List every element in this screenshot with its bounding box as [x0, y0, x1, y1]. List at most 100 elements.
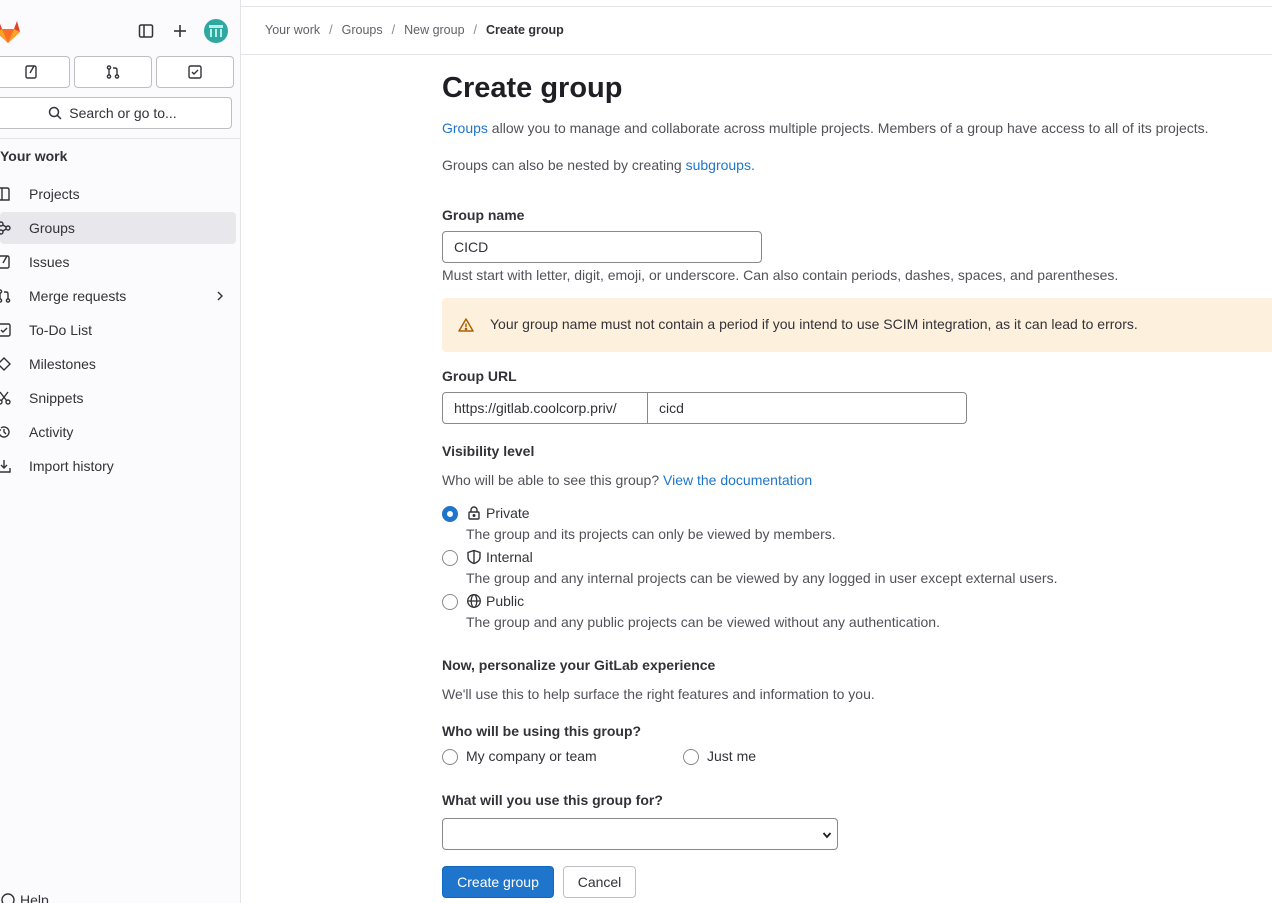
visibility-public-radio[interactable]	[442, 594, 458, 610]
alert-text: Your group name must not contain a perio…	[490, 316, 1138, 332]
breadcrumb-new-group[interactable]: New group	[404, 23, 464, 37]
who-using-label: Who will be using this group?	[442, 723, 642, 739]
todo-icon	[0, 323, 11, 337]
chevron-right-icon	[217, 291, 223, 301]
chevron-down-icon	[822, 832, 832, 839]
who-company-radio[interactable]	[442, 749, 458, 765]
sidebar-item-label: Groups	[29, 220, 75, 236]
history-icon	[0, 426, 10, 438]
issues-quick-button[interactable]	[0, 56, 70, 88]
shield-icon	[467, 549, 481, 565]
page-title: Create group	[442, 72, 623, 104]
nested-text-end: .	[750, 157, 755, 173]
use-for-select[interactable]	[442, 818, 838, 850]
visibility-public-option[interactable]: Public	[466, 593, 524, 609]
visibility-private-label: Private	[486, 505, 530, 521]
group-name-input[interactable]: CICD	[442, 231, 762, 263]
who-just-me-label[interactable]: Just me	[707, 748, 756, 764]
breadcrumb-groups[interactable]: Groups	[342, 23, 383, 37]
who-company-label[interactable]: My company or team	[466, 748, 597, 764]
issues-icon	[0, 255, 10, 269]
visibility-label: Visibility level	[442, 443, 535, 459]
snippet-icon	[0, 391, 11, 405]
visibility-question-text: Who will be able to see this group?	[442, 472, 664, 488]
group-url-input[interactable]: cicd	[647, 392, 967, 424]
todo-quick-button[interactable]	[156, 56, 234, 88]
nested-text-start: Groups can also be nested by creating	[442, 157, 686, 173]
sidebar-section-title: Your work	[0, 148, 68, 164]
breadcrumb-your-work[interactable]: Your work	[265, 23, 320, 37]
visibility-public-desc: The group and any public projects can be…	[466, 614, 940, 630]
import-icon	[0, 460, 11, 473]
merge-request-icon	[106, 65, 120, 79]
avatar[interactable]	[204, 19, 228, 43]
visibility-private-radio[interactable]	[442, 506, 458, 522]
lock-icon	[468, 506, 480, 520]
scim-warning-alert: Your group name must not contain a perio…	[442, 298, 1272, 352]
issues-icon	[25, 65, 37, 79]
help-icon	[1, 893, 15, 903]
merge-requests-quick-button[interactable]	[74, 56, 152, 88]
search-label: Search or go to...	[69, 105, 177, 121]
visibility-private-option[interactable]: Private	[466, 505, 530, 521]
sidebar-item-label: Projects	[29, 186, 80, 202]
groups-link[interactable]: Groups	[442, 120, 488, 136]
sidebar-item-activity[interactable]: Activity	[0, 416, 236, 448]
sidebar-item-import-history[interactable]: Import history	[0, 450, 236, 482]
nested-text: Groups can also be nested by creating su…	[442, 157, 755, 173]
personalize-title: Now, personalize your GitLab experience	[442, 657, 716, 673]
sidebar-divider	[0, 138, 240, 139]
sidebar-item-label: Merge requests	[29, 288, 127, 304]
sidebar-item-label: To-Do List	[29, 322, 93, 338]
sidebar: Search or go to... Your work Projects Gr…	[0, 0, 241, 903]
sidebar-item-todo-list[interactable]: To-Do List	[0, 314, 236, 346]
sidebar-item-label: Activity	[29, 424, 74, 440]
cancel-button[interactable]: Cancel	[563, 866, 636, 898]
sidebar-nav: Projects Groups Issues Merge requests To…	[0, 178, 240, 484]
toggle-sidebar-icon[interactable]	[136, 21, 156, 41]
group-name-value: CICD	[454, 239, 489, 255]
personalize-desc: We'll use this to help surface the right…	[442, 686, 875, 702]
subgroups-link[interactable]: subgroups	[686, 157, 751, 173]
sidebar-item-label: Import history	[29, 458, 114, 474]
group-url-label: Group URL	[442, 368, 517, 384]
intro-rest: allow you to manage and collaborate acro…	[487, 120, 1209, 136]
sidebar-item-merge-requests[interactable]: Merge requests	[0, 280, 236, 312]
sidebar-item-milestones[interactable]: Milestones	[0, 348, 236, 380]
gitlab-logo-icon[interactable]	[0, 18, 22, 44]
visibility-internal-label: Internal	[486, 549, 533, 565]
breadcrumb-separator: /	[329, 23, 333, 37]
sidebar-item-projects[interactable]: Projects	[0, 178, 236, 210]
sidebar-item-label: Milestones	[29, 356, 96, 372]
milestone-icon	[0, 357, 11, 371]
group-name-help: Must start with letter, digit, emoji, or…	[442, 267, 1119, 283]
new-item-icon[interactable]	[170, 21, 190, 41]
visibility-question: Who will be able to see this group? View…	[442, 472, 812, 488]
view-documentation-link[interactable]: View the documentation	[663, 472, 812, 488]
group-url-value: cicd	[659, 400, 684, 416]
search-icon	[49, 106, 62, 120]
warning-icon	[458, 318, 474, 332]
visibility-internal-option[interactable]: Internal	[466, 549, 533, 565]
breadcrumb-create-group[interactable]: Create group	[486, 23, 564, 37]
breadcrumb-bar: Your work / Groups / New group / Create …	[241, 6, 1272, 55]
sidebar-item-groups[interactable]: Groups	[0, 212, 236, 244]
visibility-internal-desc: The group and any internal projects can …	[466, 570, 1058, 586]
group-name-label: Group name	[442, 207, 525, 223]
search-button[interactable]: Search or go to...	[0, 97, 232, 129]
sidebar-item-label: Issues	[29, 254, 70, 270]
breadcrumb: Your work / Groups / New group / Create …	[265, 23, 564, 37]
intro-text: Groups allow you to manage and collabora…	[442, 120, 1209, 136]
sidebar-item-issues[interactable]: Issues	[0, 246, 236, 278]
who-just-me-radio[interactable]	[683, 749, 699, 765]
group-url-prefix: https://gitlab.coolcorp.priv/	[442, 392, 648, 424]
help-label: Help	[20, 892, 49, 903]
visibility-public-label: Public	[486, 593, 525, 609]
create-group-button[interactable]: Create group	[442, 866, 554, 898]
group-icon	[0, 221, 11, 235]
merge-request-icon	[0, 289, 11, 303]
sidebar-item-snippets[interactable]: Snippets	[0, 382, 236, 414]
visibility-internal-radio[interactable]	[442, 550, 458, 566]
help-button[interactable]: Help	[0, 892, 49, 903]
globe-icon	[467, 594, 481, 608]
